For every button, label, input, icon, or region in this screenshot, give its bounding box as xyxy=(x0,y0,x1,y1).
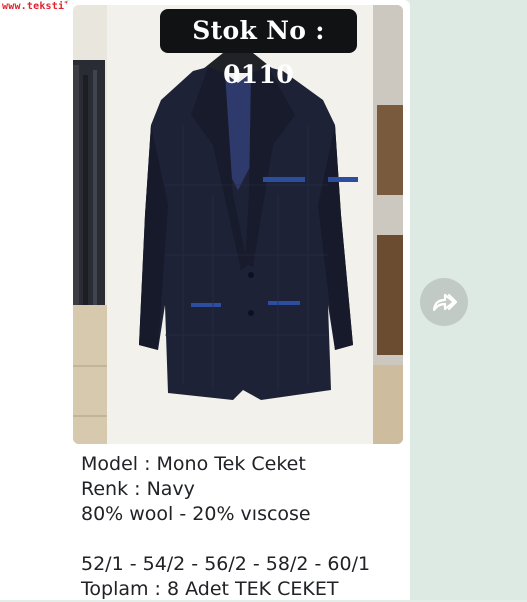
caption-line-blank xyxy=(81,527,401,552)
message-caption: Model : Mono Tek Ceket Renk : Navy 80% w… xyxy=(81,452,401,602)
caption-line-fabric: 80% wool - 20% vıscose xyxy=(81,503,311,525)
caption-line-total: Toplam : 8 Adet TEK CEKET xyxy=(81,578,339,600)
stock-number-badge: Stok No : 0110 xyxy=(160,9,357,89)
caption-line-model: Model : Mono Tek Ceket xyxy=(81,453,306,475)
caption-line-color: Renk : Navy xyxy=(81,478,195,500)
message-bubble[interactable]: Stok No : 0110 Model : Mono Tek Ceket Re… xyxy=(66,0,410,600)
forward-button[interactable] xyxy=(420,278,468,326)
forward-share-icon xyxy=(432,293,457,312)
product-photo[interactable]: Stok No : 0110 xyxy=(73,5,403,444)
left-pane xyxy=(0,0,66,600)
caption-line-sizes: 52/1 - 54/2 - 56/2 - 58/2 - 60/1 xyxy=(81,553,371,575)
